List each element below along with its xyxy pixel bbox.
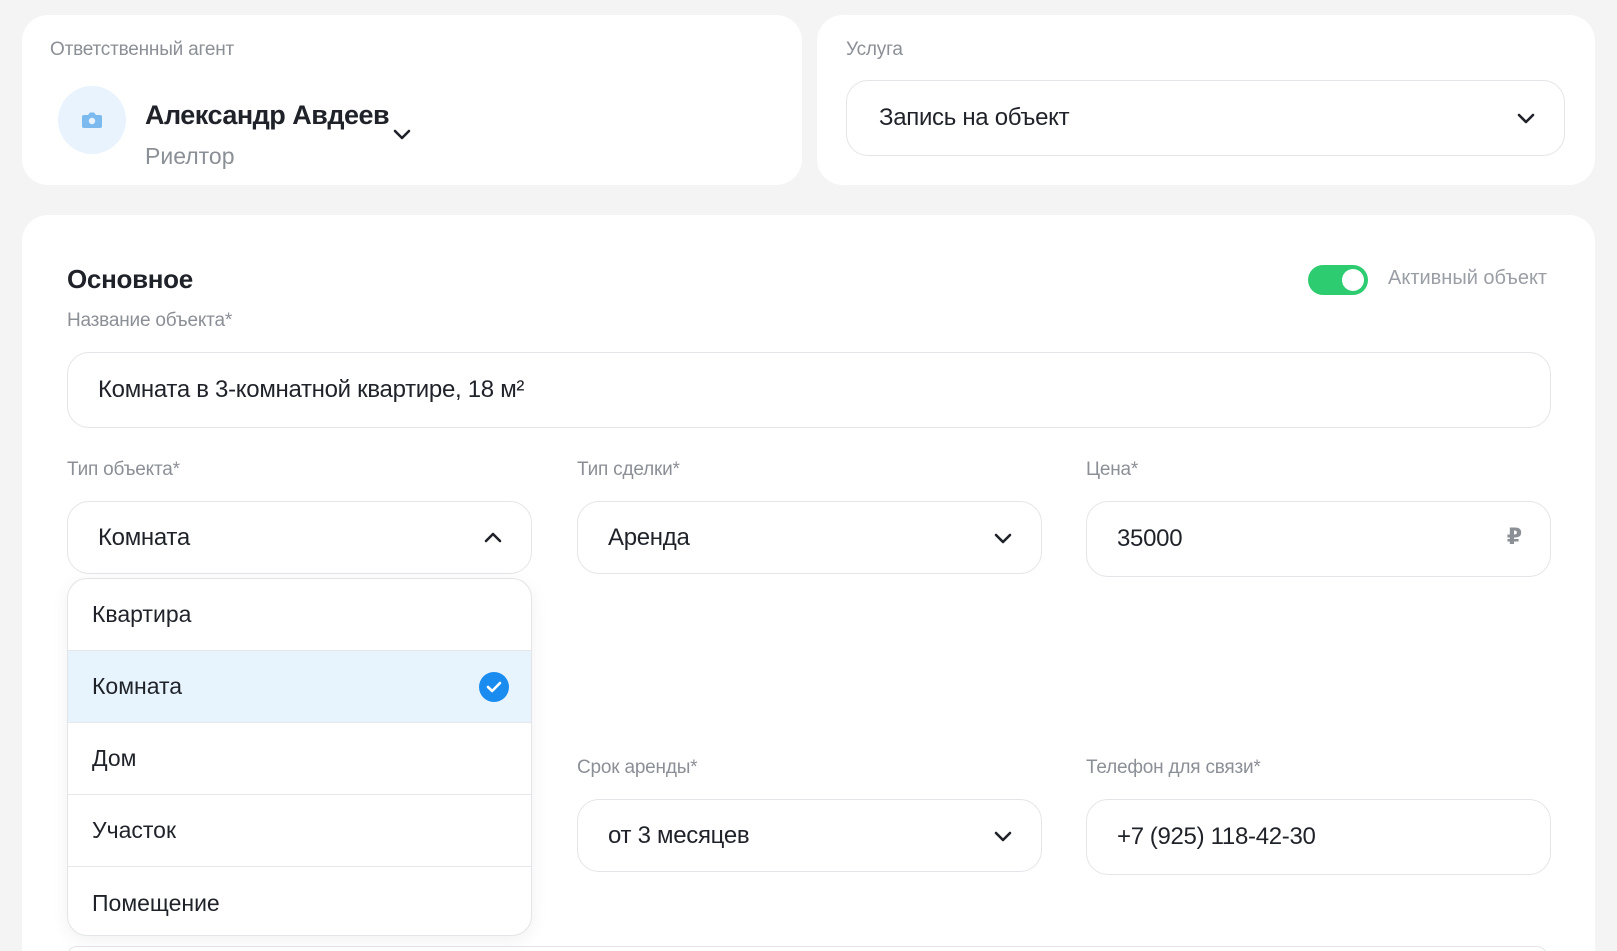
toggle-knob (1342, 269, 1364, 291)
chevron-down-icon (1517, 113, 1535, 124)
phone-input[interactable]: +7 (925) 118-42-30 (1086, 799, 1551, 875)
camera-icon (82, 112, 102, 128)
dropdown-option[interactable]: Участок (68, 795, 531, 867)
price-label: Цена* (1086, 459, 1139, 480)
chevron-down-icon (393, 129, 411, 140)
section-title: Основное (67, 264, 193, 294)
deal-type-value: Аренда (608, 523, 690, 551)
chevron-up-icon (484, 532, 502, 542)
dropdown-option[interactable]: Квартира (68, 579, 531, 651)
phone-label: Телефон для связи* (1086, 757, 1261, 778)
service-select-value: Запись на объект (879, 104, 1070, 131)
object-type-label: Тип объекта* (67, 459, 180, 480)
currency-icon: ₽ (1506, 524, 1522, 549)
chevron-down-icon (994, 533, 1012, 543)
object-name-value: Комната в 3-комнатной квартире, 18 м² (98, 376, 525, 403)
rent-term-label: Срок аренды* (577, 757, 698, 778)
active-object-label: Активный объект (1388, 267, 1548, 289)
active-object-toggle[interactable] (1308, 265, 1368, 295)
service-card: Услуга Запись на объект (817, 15, 1595, 185)
next-field-edge (67, 946, 1547, 951)
price-input[interactable]: 35000 ₽ (1086, 501, 1551, 577)
dropdown-option-label: Квартира (92, 601, 192, 627)
phone-prefix: +7 (1117, 823, 1144, 850)
deal-type-label: Тип сделки* (577, 459, 680, 480)
agent-dropdown-toggle[interactable] (392, 127, 412, 146)
object-type-select[interactable]: Комната (67, 501, 532, 574)
dropdown-option-label: Помещение (92, 889, 220, 916)
dropdown-option-label: Участок (92, 817, 177, 843)
chevron-down-icon (994, 831, 1012, 841)
agent-role: Риелтор (145, 143, 235, 169)
rent-term-value: от 3 месяцев (608, 821, 750, 849)
deal-type-select[interactable]: Аренда (577, 501, 1042, 574)
dropdown-option-label: Дом (92, 745, 137, 771)
phone-value: (925) 118-42-30 (1149, 823, 1316, 850)
dropdown-option[interactable]: Дом (68, 723, 531, 795)
agent-name: Александр Авдеев (145, 100, 390, 130)
object-type-dropdown: Квартира Комната Дом Участок Помещение (67, 578, 532, 936)
dropdown-option[interactable]: Помещение (68, 867, 531, 935)
object-name-input[interactable]: Комната в 3-комнатной квартире, 18 м² (67, 352, 1551, 428)
price-value: 35000 (1117, 525, 1183, 552)
service-caption: Услуга (846, 39, 903, 60)
check-icon (479, 671, 509, 702)
dropdown-option-selected[interactable]: Комната (68, 651, 531, 723)
object-name-label: Название объекта* (67, 310, 233, 331)
agent-card: Ответственный агент Александр Авдеев Рие… (22, 15, 802, 185)
agent-caption: Ответственный агент (50, 39, 235, 60)
agent-avatar[interactable] (58, 86, 126, 154)
object-type-value: Комната (98, 523, 190, 551)
rent-term-select[interactable]: от 3 месяцев (577, 799, 1042, 872)
dropdown-option-label: Комната (92, 673, 183, 699)
service-select[interactable]: Запись на объект (846, 80, 1565, 156)
